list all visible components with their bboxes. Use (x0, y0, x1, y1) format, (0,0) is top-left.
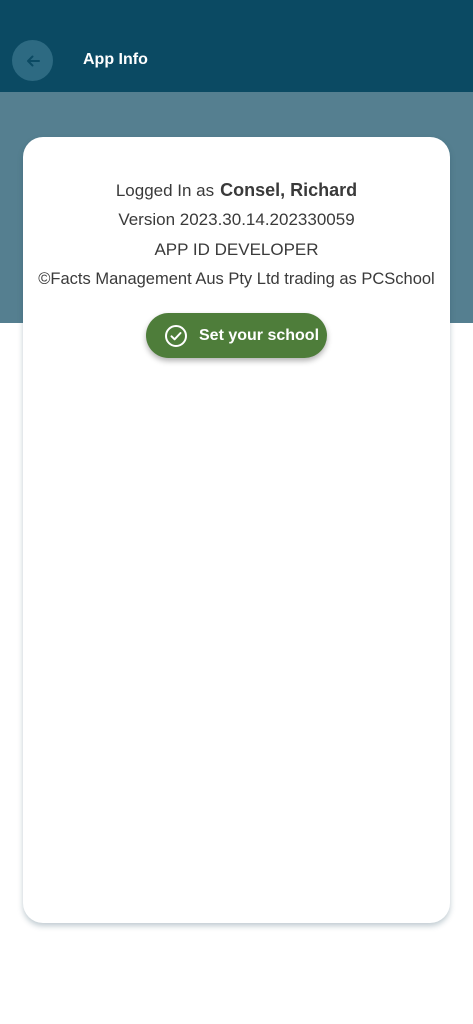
set-school-label: Set your school (199, 326, 320, 344)
logged-in-line: Logged In as Consel, Richard (23, 179, 450, 202)
logged-in-label: Logged In as (115, 181, 215, 200)
check-circle-icon (164, 324, 188, 348)
user-name: Consel, Richard (220, 180, 358, 200)
arrow-left-icon (25, 53, 41, 69)
page-title: App Info (83, 51, 148, 68)
app-info-card: Logged In as Consel, Richard Version 2023… (23, 137, 450, 923)
copyright-text: ©Facts Management Aus Pty Ltd trading as… (38, 270, 435, 288)
app-bar: App Info (0, 0, 473, 92)
set-school-button[interactable]: Set your school (146, 313, 327, 358)
back-button[interactable] (12, 40, 53, 81)
app-id-text: APP ID DEVELOPER (154, 240, 319, 259)
version-text: Version 2023.30.14.202330059 (118, 210, 355, 229)
